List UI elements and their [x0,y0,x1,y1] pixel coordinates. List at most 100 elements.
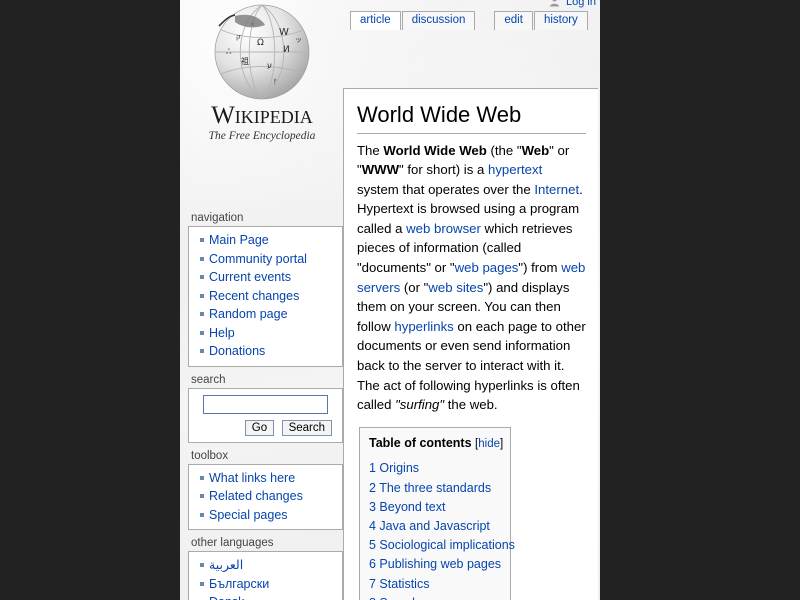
toolbox-link-3[interactable]: Special pages [209,508,288,522]
language-link-1[interactable]: العربية [209,558,243,572]
toc-link-1[interactable]: 1 Origins [369,461,419,475]
nav-link-7[interactable]: Donations [209,344,265,358]
toolbox-body: What links here Related changes Special pa… [188,464,343,531]
nav-link-6[interactable]: Help [209,326,235,340]
toolbox-link-2[interactable]: Related changes [209,489,303,503]
search-heading: search [191,374,343,386]
article-link-20[interactable]: hyperlinks [394,319,453,334]
screenshot-viewport: W Ω И ק 祖 ע ッ א ஃ ᚠ Wikipedia T [0,0,800,600]
language-link-2[interactable]: Български [209,577,269,591]
toc-list: 1 Origins 2 The three standards 3 Beyond t… [369,459,501,600]
tab-discussion[interactable]: discussion [402,11,476,30]
list-item: What links here [209,469,342,488]
article-body: The World Wide Web (the "Web" or "WWW" f… [357,141,586,600]
search-go-button[interactable]: Go [245,420,274,436]
wiki-page: W Ω И ק 祖 ע ッ א ஃ ᚠ Wikipedia T [180,0,600,600]
other-languages-heading: other languages [191,537,343,549]
navigation-heading: navigation [191,212,343,224]
toc-item: 7 Statistics [369,575,501,594]
tab-edit[interactable]: edit [494,11,533,30]
svg-text:祖: 祖 [241,56,249,66]
logo-wordmark: Wikipedia [182,103,342,128]
tab-article[interactable]: article [350,11,401,30]
search-buttons: Go Search [195,418,336,436]
list-item: Български [209,575,342,594]
content-tabs: article discussion edit history [350,10,589,30]
site-logo[interactable]: W Ω И ק 祖 ע ッ א ஃ ᚠ Wikipedia T [182,0,342,150]
table-of-contents: Table of contents [hide] 1 Origins 2 The … [359,427,511,600]
toc-title-label: Table of contents [369,436,472,450]
toc-item: 5 Sociological implications [369,536,501,555]
list-item: Random page [209,305,342,324]
nav-link-1[interactable]: Main Page [209,233,269,247]
toc-item: 2 The three standards [369,479,501,498]
toc-toggle: [hide] [475,438,503,450]
toc-number: 1 [369,461,376,475]
logo-tagline: The Free Encyclopedia [182,130,342,142]
toc-link-2[interactable]: 2 The three standards [369,481,491,495]
article-link-14[interactable]: web pages [455,260,519,275]
nav-link-3[interactable]: Current events [209,270,291,284]
toc-item: 4 Java and Javascript [369,517,501,536]
toc-number: 4 [369,519,376,533]
toc-number: 7 [369,577,376,591]
article-link-8[interactable]: hypertext [488,162,542,177]
svg-text:ע: ע [267,61,272,70]
list-item: Dansk [209,593,342,600]
personal-tools[interactable]: Log in [549,0,596,10]
toolbox-heading: toolbox [191,450,343,462]
toc-link-3[interactable]: 3 Beyond text [369,500,445,514]
navigation-body: Main Page Community portal Current events R… [188,226,343,367]
bold-text: WWW [362,162,399,177]
toc-title: Table of contents [hide] [369,434,501,455]
list-item: Special pages [209,506,342,525]
italic-text: "surfing" [395,397,444,412]
list-item: Current events [209,268,342,287]
article-link-10[interactable]: Internet [534,182,579,197]
portlet-other-languages: other languages العربية Български Dansk [188,537,343,600]
other-languages-body: العربية Български Dansk [188,551,343,600]
sidebar: navigation Main Page Community portal Curr… [188,212,343,600]
svg-text:ஃ: ஃ [226,48,232,56]
toc-link-5[interactable]: 5 Sociological implications [369,538,515,552]
toc-link-8[interactable]: 8 See also [369,596,428,600]
bold-text: World Wide Web [383,143,486,158]
toolbox-link-1[interactable]: What links here [209,471,295,485]
nav-link-2[interactable]: Community portal [209,252,307,266]
svg-text:ッ: ッ [295,36,302,44]
search-input[interactable] [203,395,328,414]
search-body: Go Search [188,388,343,443]
article-link-12[interactable]: web browser [406,221,481,236]
portlet-navigation: navigation Main Page Community portal Curr… [188,212,343,367]
list-item: Main Page [209,231,342,250]
svg-text:Ω: Ω [257,38,264,48]
toc-link-7[interactable]: 7 Statistics [369,577,429,591]
portlet-toolbox: toolbox What links here Related changes Sp… [188,450,343,531]
toc-hide-link[interactable]: hide [478,438,500,450]
toc-item: 8 See also [369,594,501,600]
toc-number: 6 [369,557,376,571]
svg-text:W: W [279,27,289,38]
svg-text:И: И [283,45,290,55]
list-item: Help [209,324,342,343]
nav-link-5[interactable]: Random page [209,307,288,321]
search-submit-button[interactable]: Search [282,420,332,436]
toc-item: 6 Publishing web pages [369,555,501,574]
toolbox-list: What links here Related changes Special pa… [189,469,342,525]
nav-link-4[interactable]: Recent changes [209,289,299,303]
language-link-3[interactable]: Dansk [209,595,244,600]
article-link-18[interactable]: web sites [428,280,483,295]
svg-text:ק: ק [236,33,241,41]
portlet-search: search Go Search [188,374,343,443]
user-icon [549,0,560,10]
list-item: Community portal [209,250,342,269]
tab-history[interactable]: history [534,11,588,30]
log-in-link[interactable]: Log in [566,0,596,8]
toc-number: 3 [369,500,376,514]
list-item: Related changes [209,487,342,506]
list-item: Recent changes [209,287,342,306]
toc-link-4[interactable]: 4 Java and Javascript [369,519,490,533]
list-item: العربية [209,556,342,575]
toc-link-6[interactable]: 6 Publishing web pages [369,557,501,571]
toc-number: 5 [369,538,376,552]
